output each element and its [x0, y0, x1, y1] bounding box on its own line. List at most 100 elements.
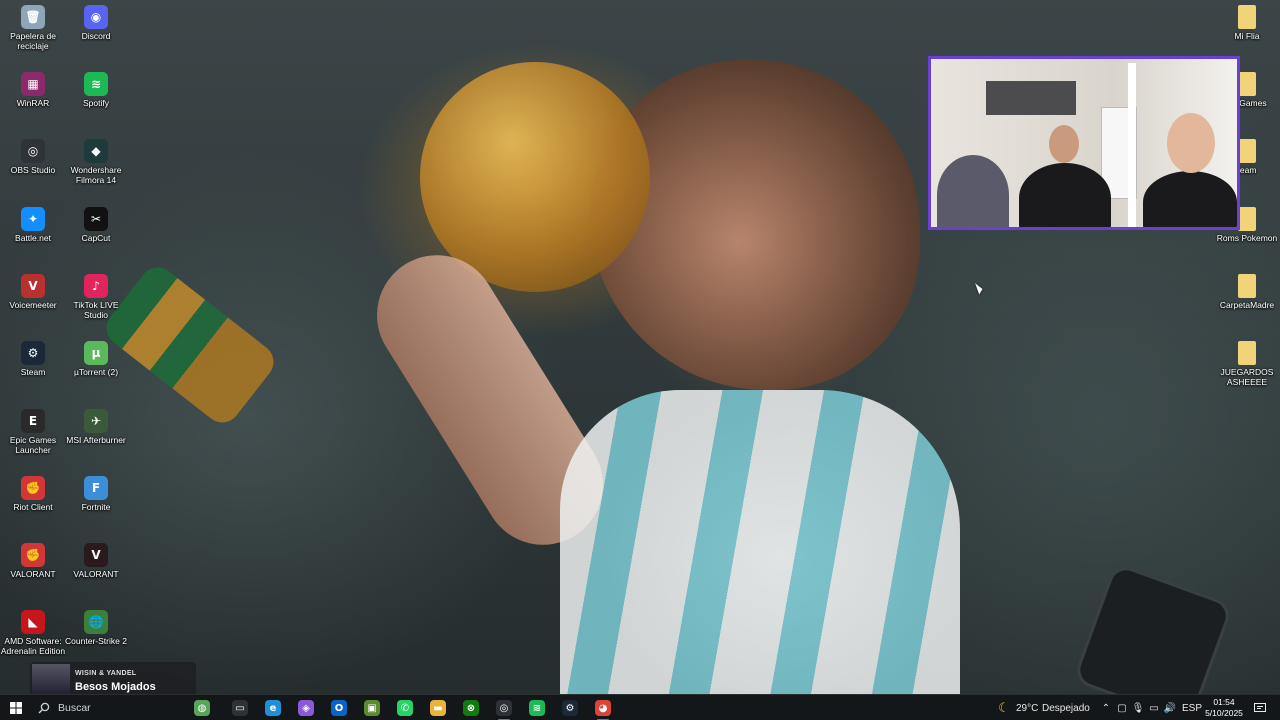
weather-widget-icon[interactable]: ☾ [994, 698, 1014, 718]
taskbar-app-edge[interactable]: e [261, 698, 285, 718]
desktop-icon-wondershare-filmora-14[interactable]: ◆ Wondershare Filmora 14 [63, 139, 129, 185]
taskbar-app-steam-taskbar[interactable]: ⚙ [558, 698, 582, 718]
desktop-icon-amd-software-adrenalin-edition[interactable]: ◣ AMD Software: Adrenalin Edition [0, 610, 66, 656]
desktop-icon-battle-net[interactable]: ✦ Battle.net [0, 207, 66, 243]
folder-icon [1238, 341, 1256, 365]
desktop-icon-voicemeeter[interactable]: V Voicemeeter [0, 274, 66, 310]
weather-desc[interactable]: Despejado [1042, 698, 1090, 718]
riot-client-icon: ✊ [21, 476, 45, 500]
desktop-icon-discord[interactable]: ◉ Discord [63, 5, 129, 41]
desktop-icon-winrar[interactable]: ▦ WinRAR [0, 72, 66, 108]
desktop-icon-spotify[interactable]: ≋ Spotify [63, 72, 129, 108]
desktop-icon-label: Papelera de reciclaje [10, 31, 56, 51]
riot-valorant-icon: ✊ [21, 543, 45, 567]
taskbar-app-xbox[interactable]: ⊗ [459, 698, 483, 718]
desktop-folder-mi-flia[interactable]: Mi Flia [1214, 5, 1280, 41]
desktop-icon-obs-studio[interactable]: ◎ OBS Studio [0, 139, 66, 175]
fortnite-icon: F [84, 476, 108, 500]
desktop-folder-label: Roms Pokemon [1216, 233, 1278, 243]
desktop-icon-label: MSI Afterburner [66, 435, 126, 445]
desktop-icon-label: Spotify [83, 98, 109, 108]
desktop-icon-label: Discord [81, 31, 111, 41]
epic-games-icon: E [21, 409, 45, 433]
file-explorer-icon: ▬ [430, 700, 446, 716]
recycle-bin-icon: 🗑 [21, 5, 45, 29]
webcam-overlay [928, 56, 1240, 230]
desktop-icon-epic-games-launcher[interactable]: E Epic Games Launcher [0, 409, 66, 455]
amd-icon: ◣ [21, 610, 45, 634]
taskbar-app-outlook[interactable]: O [327, 698, 351, 718]
desktop-folder-juegardos-asheeee[interactable]: JUEGARDOS ASHEEEE [1214, 341, 1280, 387]
notification-icon [1254, 702, 1266, 712]
weather-temp[interactable]: 29°C [1016, 698, 1038, 718]
clock-time: 01:54 [1213, 697, 1235, 707]
windows-icon [10, 702, 22, 714]
desktop-icon-valorant[interactable]: V VALORANT [63, 543, 129, 579]
network-icon[interactable]: ▭ [1148, 698, 1160, 718]
taskbar-app-taskbar-widget[interactable]: ◍ [190, 698, 214, 718]
webcam-divider [1128, 63, 1136, 227]
desktop-icon-tiktok-live-studio[interactable]: ♪ TikTok LIVE Studio [63, 274, 129, 320]
desktop-icon-torrent-2[interactable]: µ µTorrent (2) [63, 341, 129, 377]
spotify-taskbar-icon: ≋ [529, 700, 545, 716]
taskbar-app-file-explorer[interactable]: ▬ [426, 698, 450, 718]
media-popup[interactable]: WISIN & YANDEL Besos Mojados [30, 662, 196, 694]
valorant-icon: V [84, 543, 108, 567]
desktop-folder-label: Mi Flia [1234, 31, 1260, 41]
taskbar-app-minecraft[interactable]: ▣ [360, 698, 384, 718]
desktop-icon-label: Riot Client [13, 502, 53, 512]
desktop-folder-carpetamadre[interactable]: CarpetaMadre [1214, 274, 1280, 310]
desktop-icon-msi-afterburner[interactable]: ✈ MSI Afterburner [63, 409, 129, 445]
desktop-icon-label: Wondershare Filmora 14 [70, 165, 122, 185]
tray-app-icon[interactable]: ▢ [1116, 698, 1128, 718]
webcam-face-middle [1049, 125, 1079, 163]
microphone-icon[interactable]: 🎙 [1132, 698, 1145, 718]
msi-afterburner-icon: ✈ [84, 409, 108, 433]
desktop-icon-steam[interactable]: ⚙ Steam [0, 341, 66, 377]
tray-overflow-chevron-icon[interactable]: ⌃ [1100, 698, 1112, 718]
taskbar-app-chrome[interactable]: ◕ [591, 698, 615, 720]
desktop-icon-papelera-de-reciclaje[interactable]: 🗑 Papelera de reciclaje [0, 5, 66, 51]
folder-icon [1238, 274, 1256, 298]
edge-icon: e [265, 700, 281, 716]
media-title: Besos Mojados [75, 681, 156, 693]
desktop-icon-label: VALORANT [73, 569, 119, 579]
desktop-icon-label: Steam [20, 367, 46, 377]
moon-icon: ☾ [998, 700, 1010, 715]
taskbar-clock[interactable]: 01:54 5/10/2025 [1198, 697, 1250, 719]
media-artist: WISIN & YANDEL [75, 670, 137, 677]
start-button[interactable] [6, 698, 26, 718]
taskbar-app-whatsapp[interactable]: ✆ [393, 698, 417, 718]
desktop-icon-capcut[interactable]: ✂ CapCut [63, 207, 129, 243]
discord-icon: ◉ [84, 5, 108, 29]
voicemeeter-icon: V [21, 274, 45, 298]
taskbar-app-task-view[interactable]: ▭ [228, 698, 252, 718]
desktop-icon-riot-client[interactable]: ✊ Riot Client [0, 476, 66, 512]
folder-icon [1238, 72, 1256, 96]
desktop-folder-label: CarpetaMadre [1219, 300, 1275, 310]
desktop-icon-label: AMD Software: Adrenalin Edition [0, 636, 66, 656]
desktop-folder-label: JUEGARDOS ASHEEEE [1220, 367, 1274, 387]
album-art [32, 664, 70, 694]
desktop-icon-label: VALORANT [10, 569, 56, 579]
desktop-icon-label: Voicemeeter [9, 300, 57, 310]
desktop-icon-label: CapCut [81, 233, 111, 243]
folder-icon [1238, 139, 1256, 163]
desktop-icon-label: µTorrent (2) [73, 367, 119, 377]
capcut-icon: ✂ [84, 207, 108, 231]
taskbar-search[interactable]: Buscar [32, 698, 172, 718]
desktop-icon-fortnite[interactable]: F Fortnite [63, 476, 129, 512]
chrome-icon: ◕ [595, 700, 611, 716]
desktop-icon-label: WinRAR [16, 98, 50, 108]
desktop-icon-label: TikTok LIVE Studio [73, 300, 119, 320]
taskbar-app-spotify-taskbar[interactable]: ≋ [525, 698, 549, 718]
notifications-button[interactable] [1252, 698, 1268, 718]
desktop-icon-label: Counter-Strike 2 [65, 636, 127, 646]
taskbar-app-copilot[interactable]: ◈ [294, 698, 318, 718]
desktop-icon-valorant[interactable]: ✊ VALORANT [0, 543, 66, 579]
desktop-icon-counter-strike-2[interactable]: 🌐 Counter-Strike 2 [63, 610, 129, 646]
desktop-icon-label: Fortnite [81, 502, 111, 512]
utorrent-icon: µ [84, 341, 108, 365]
volume-icon[interactable]: 🔊 [1164, 698, 1176, 718]
taskbar-app-obs-taskbar[interactable]: ◎ [492, 698, 516, 720]
